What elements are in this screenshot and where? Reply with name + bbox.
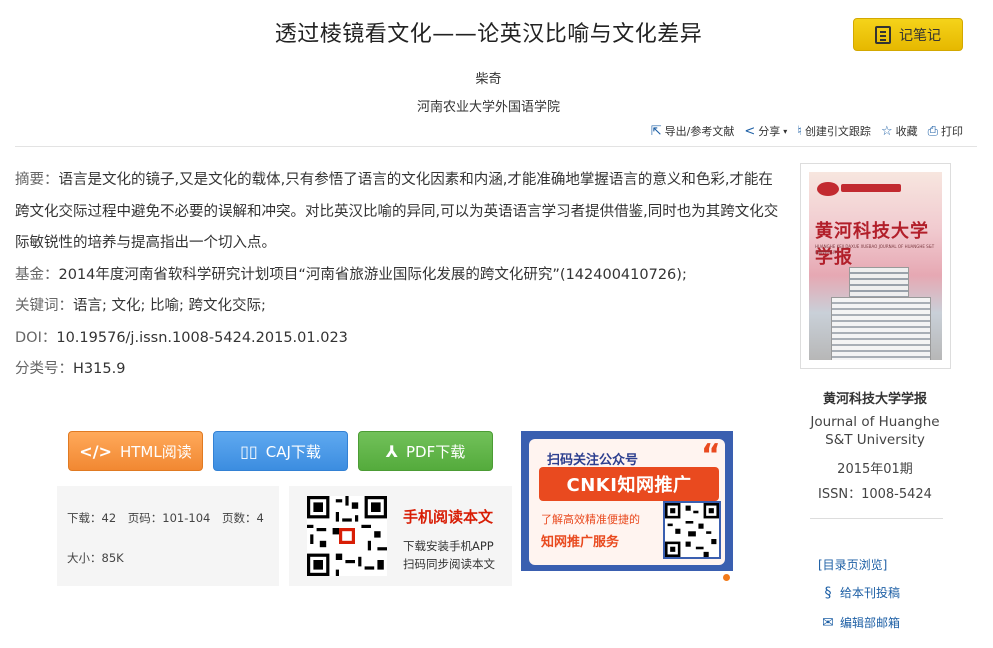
fund-text[interactable]: 2014年度河南省软科学研究计划项目“河南省旅游业国际化发展的跨文化研究”(14…: [59, 267, 687, 283]
favorite-button[interactable]: ☆ 收藏: [881, 123, 918, 139]
submit-manuscript-link[interactable]: § 给本刊投稿: [820, 584, 901, 601]
article-toolbar: ⇱ 导出/参考文献 < 分享 ▾ ♮ 创建引文跟踪 ☆ 收藏 ⎙ 打印: [651, 123, 963, 139]
export-reference-button[interactable]: ⇱ 导出/参考文献: [651, 123, 735, 139]
journal-issue[interactable]: 2015年01期: [795, 458, 955, 477]
keywords: 关键词：语言; 文化; 比喻; 跨文化交际;: [15, 291, 780, 323]
download-count: 下载：42: [67, 511, 117, 525]
class-label: 分类号：: [15, 361, 73, 377]
mobile-read-line2: 扫码同步阅读本文: [403, 557, 495, 571]
cover-title: 黄河科技大学学报: [815, 221, 929, 268]
submit-icon: §: [824, 584, 832, 601]
favorite-label: 收藏: [895, 125, 918, 138]
abstract-text: 语言是文化的镜子,又是文化的载体,只有参悟了语言的文化因素和内涵,才能准确地掌握…: [15, 172, 779, 251]
pdf-icon: ⅄: [385, 441, 398, 461]
page-range: 页码：101-104: [127, 511, 211, 525]
export-label: 导出/参考文献: [664, 125, 735, 138]
logo-text-bar: [841, 184, 901, 192]
file-size: 大小：85K: [67, 551, 124, 565]
doi: DOI：10.19576/j.issn.1008-5424.2015.01.02…: [15, 323, 780, 355]
journal-name[interactable]: 黄河科技大学学报: [795, 388, 955, 407]
track-label: 创建引文跟踪: [804, 125, 871, 138]
cover-subtitle: HUANGHE KEJI DAXUE XUEBAO JOURNAL OF HUA…: [815, 244, 935, 255]
code-icon: </>: [79, 441, 112, 461]
classification: 分类号：H315.9: [15, 354, 780, 386]
chevron-down-icon: ▾: [783, 126, 788, 136]
carousel-dot[interactable]: [723, 574, 730, 581]
promo-qr-code: [663, 501, 721, 559]
caj-download-label: CAJ下载: [265, 442, 321, 461]
take-note-button[interactable]: 记笔记: [853, 18, 963, 51]
abstract-label: 摘要：: [15, 172, 59, 188]
keywords-text[interactable]: 语言; 文化; 比喻; 跨文化交际;: [73, 298, 266, 314]
mobile-read-line1: 下载安装手机APP: [403, 539, 494, 553]
export-icon: ⇱: [650, 123, 662, 139]
sidebar-divider: [810, 518, 943, 519]
promo-line3: 知网推广服务: [541, 535, 620, 550]
bell-icon: ♮: [797, 123, 802, 139]
editorial-email-link[interactable]: ✉ 编辑部邮箱: [820, 614, 900, 631]
promo-line2: 了解高效精准便捷的: [541, 513, 640, 526]
article-title: 透过棱镜看文化——论英汉比喻与文化差异: [274, 22, 703, 47]
mobile-read-title: 手机阅读本文: [403, 508, 494, 526]
printer-icon: ⎙: [927, 123, 938, 139]
article-author[interactable]: 柴奇: [0, 68, 977, 87]
share-button[interactable]: < 分享 ▾: [744, 123, 787, 139]
share-label: 分享: [758, 125, 781, 138]
html-read-button[interactable]: </> HTML阅读: [68, 431, 203, 471]
pdf-download-label: PDF下载: [405, 442, 466, 461]
submit-label: 给本刊投稿: [840, 586, 901, 600]
mobile-qr-code: [307, 496, 387, 576]
doi-text: 10.19576/j.issn.1008-5424.2015.01.023: [56, 329, 348, 346]
print-button[interactable]: ⎙ 打印: [928, 123, 963, 139]
keywords-label: 关键词：: [15, 298, 73, 314]
fund: 基金：2014年度河南省软科学研究计划项目“河南省旅游业国际化发展的跨文化研究”…: [15, 260, 780, 292]
toc-browse-link[interactable]: [目录页浏览]: [818, 556, 887, 573]
editorial-label: 编辑部邮箱: [840, 616, 901, 630]
promo-card: 扫码关注公众号 “ CNKI知网推广 了解高效精准便捷的 知网推广服务: [529, 439, 725, 565]
create-citation-track-button[interactable]: ♮ 创建引文跟踪: [797, 123, 871, 139]
class-text: H315.9: [73, 361, 126, 377]
print-label: 打印: [941, 125, 963, 138]
fund-label: 基金：: [15, 266, 59, 283]
journal-cover-image: 黄河科技大学学报 HUANGHE KEJI DAXUE XUEBAO JOURN…: [809, 172, 942, 360]
article-affiliation[interactable]: 河南农业大学外国语学院: [0, 96, 977, 115]
pdf-download-button[interactable]: ⅄ PDF下载: [358, 431, 493, 471]
doi-label: DOI：: [15, 329, 57, 346]
building-base: [831, 297, 931, 360]
university-logo-icon: [817, 182, 839, 196]
journal-name-en: Journal of Huanghe S&T University: [810, 414, 940, 448]
journal-issn: ISSN：1008-5424: [818, 487, 932, 502]
article-metadata: 摘要：语言是文化的镜子,又是文化的载体,只有参悟了语言的文化因素和内涵,才能准确…: [15, 165, 780, 386]
star-icon: ☆: [880, 123, 893, 139]
abstract: 摘要：语言是文化的镜子,又是文化的载体,只有参悟了语言的文化因素和内涵,才能准确…: [15, 165, 780, 260]
caj-download-button[interactable]: ▯▯ CAJ下载: [213, 431, 348, 471]
promo-banner-title: CNKI知网推广: [539, 467, 719, 501]
html-read-label: HTML阅读: [119, 442, 192, 461]
mobile-read-panel: 手机阅读本文 下载安装手机APP 扫码同步阅读本文: [289, 486, 512, 586]
page-count: 页数：4: [222, 511, 264, 525]
promo-line1: 扫码关注公众号: [547, 453, 639, 468]
email-icon: ✉: [822, 614, 834, 631]
journal-cover[interactable]: 黄河科技大学学报 HUANGHE KEJI DAXUE XUEBAO JOURN…: [800, 163, 951, 369]
stats-row: 下载：42 页码：101-104 页数：4: [67, 510, 264, 526]
share-icon: <: [744, 123, 756, 139]
book-icon: ▯▯: [240, 441, 258, 461]
cnki-promo-banner[interactable]: 扫码关注公众号 “ CNKI知网推广 了解高效精准便捷的 知网推广服务: [521, 431, 733, 571]
notebook-icon: [875, 25, 891, 44]
take-note-label: 记笔记: [899, 27, 941, 44]
divider: [15, 146, 977, 147]
download-stats: 下载：42 页码：101-104 页数：4 大小：85K: [57, 486, 279, 586]
